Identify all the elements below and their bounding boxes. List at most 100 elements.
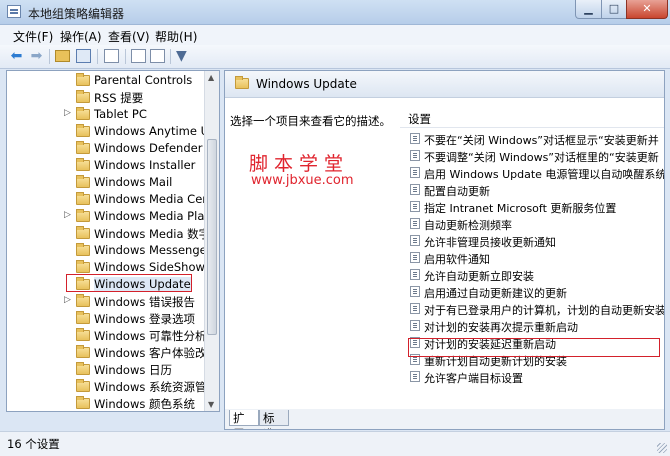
tree-item[interactable]: Parental Controls bbox=[7, 72, 207, 89]
setting-label: 允许非管理员接收更新通知 bbox=[424, 236, 556, 249]
tree-item[interactable]: Windows Installer bbox=[7, 157, 207, 174]
scroll-down-icon[interactable]: ▼ bbox=[208, 400, 214, 409]
setting-row[interactable]: 指定 Intranet Microsoft 更新服务位置 bbox=[410, 199, 664, 216]
tree-item-label: Windows 可靠性分析 bbox=[94, 329, 207, 343]
setting-row[interactable]: 允许非管理员接收更新通知 bbox=[410, 233, 664, 250]
setting-row[interactable]: 启用 Windows Update 电源管理以自动唤醒系统 bbox=[410, 165, 665, 182]
app-icon bbox=[7, 5, 21, 18]
folder-icon bbox=[76, 328, 90, 341]
title-bar: 本地组策略编辑器 ▁ □ ✕ bbox=[0, 0, 670, 25]
back-arrow-icon[interactable]: ⬅ bbox=[8, 48, 25, 64]
setting-label: 自动更新检测频率 bbox=[424, 219, 512, 232]
help-icon[interactable] bbox=[131, 49, 146, 63]
minimize-icon: ▁ bbox=[584, 2, 593, 15]
menu-help[interactable]: 帮助(H) bbox=[155, 28, 197, 45]
tree-item-label: Windows Anytime Upg bbox=[94, 124, 220, 138]
scroll-thumb[interactable] bbox=[207, 139, 217, 335]
description-text: 选择一个项目来查看它的描述。 bbox=[230, 114, 391, 128]
properties-icon[interactable] bbox=[150, 49, 165, 63]
scroll-up-icon[interactable]: ▲ bbox=[208, 73, 214, 82]
details-pane: Windows Update 选择一个项目来查看它的描述。 脚本学堂 www.j… bbox=[224, 70, 665, 430]
setting-label: 启用通过自动更新建议的更新 bbox=[424, 287, 567, 300]
tree-item[interactable]: Windows 日历 bbox=[7, 361, 207, 378]
tree-item[interactable]: RSS 提要 bbox=[7, 89, 207, 106]
export-list-icon[interactable] bbox=[104, 49, 119, 63]
up-folder-icon[interactable] bbox=[55, 50, 70, 62]
setting-row[interactable]: 允许自动更新立即安装 bbox=[410, 267, 664, 284]
tree-item[interactable]: Windows Defender bbox=[7, 140, 207, 157]
close-button[interactable]: ✕ bbox=[626, 0, 668, 19]
setting-row[interactable]: 对于有已登录用户的计算机，计划的自动更新安装 bbox=[410, 301, 665, 318]
tab-standard[interactable]: 标准 bbox=[259, 410, 289, 429]
folder-icon bbox=[76, 345, 90, 358]
expand-arrow-icon[interactable]: ▷ bbox=[64, 295, 71, 305]
tree-item[interactable]: ▷ Windows Media Player bbox=[7, 208, 219, 225]
window-title: 本地组策略编辑器 bbox=[28, 7, 125, 21]
tree-item[interactable]: Windows Media Cente bbox=[7, 191, 219, 208]
setting-row[interactable]: 启用软件通知 bbox=[410, 250, 664, 267]
policy-setting-icon bbox=[410, 269, 420, 280]
tree-item[interactable]: Windows 登录选项 bbox=[7, 310, 207, 327]
minimize-button[interactable]: ▁ bbox=[575, 0, 602, 19]
tree-item[interactable]: Windows Mail bbox=[7, 174, 207, 191]
folder-icon bbox=[76, 396, 90, 409]
tree-item-label: Windows Media 数字权 bbox=[94, 227, 220, 241]
setting-row[interactable]: 不要在“关闭 Windows”对话框显示“安装更新并 bbox=[410, 131, 664, 148]
tree-item[interactable]: Windows 可靠性分析 bbox=[7, 327, 207, 344]
highlight-box-list bbox=[408, 338, 660, 357]
menu-file[interactable]: 文件(F) bbox=[13, 28, 53, 45]
tab-extended[interactable]: 扩展 bbox=[229, 410, 259, 429]
menu-action[interactable]: 操作(A) bbox=[60, 28, 102, 45]
filter-icon[interactable]: ▼ bbox=[176, 48, 187, 64]
setting-label: 对于有已登录用户的计算机，计划的自动更新安装 bbox=[424, 304, 665, 317]
tree-item[interactable]: ▷ Windows 错误报告 bbox=[7, 293, 207, 310]
setting-row[interactable]: 对计划的安装再次提示重新启动 bbox=[410, 318, 664, 335]
tree-item-label: Windows Installer bbox=[94, 158, 196, 172]
toolbar-separator bbox=[97, 49, 98, 64]
tree-item[interactable]: Windows 客户体验改善i bbox=[7, 344, 219, 361]
folder-icon bbox=[235, 76, 249, 89]
setting-label: 允许自动更新立即安装 bbox=[424, 270, 534, 283]
policy-setting-icon bbox=[410, 201, 420, 212]
setting-row[interactable]: 启用通过自动更新建议的更新 bbox=[410, 284, 664, 301]
column-header-setting[interactable]: 设置 bbox=[408, 111, 431, 127]
setting-row[interactable]: 配置自动更新 bbox=[410, 182, 664, 199]
setting-row[interactable]: 允许客户端目标设置 bbox=[410, 369, 664, 386]
resize-grip-icon[interactable] bbox=[657, 443, 667, 453]
setting-label: 启用 Windows Update 电源管理以自动唤醒系统 bbox=[424, 168, 665, 181]
menu-bar: 文件(F) 操作(A) 查看(V) 帮助(H) bbox=[0, 25, 670, 45]
window: 本地组策略编辑器 ▁ □ ✕ 文件(F) 操作(A) 查看(V) 帮助(H) ⬅… bbox=[0, 0, 670, 456]
policy-setting-icon bbox=[410, 218, 420, 229]
policy-tree: Parental Controls RSS 提要 ▷ Tablet PC Windows… bbox=[6, 70, 220, 412]
policy-setting-icon bbox=[410, 235, 420, 246]
tree-item[interactable]: Windows Media 数字权 bbox=[7, 225, 219, 242]
setting-row[interactable]: 不要调整“关闭 Windows”对话框里的“安装更新 bbox=[410, 148, 664, 165]
show-hide-tree-icon[interactable] bbox=[76, 49, 91, 63]
setting-label: 允许客户端目标设置 bbox=[424, 372, 523, 385]
folder-icon bbox=[76, 73, 90, 86]
folder-icon bbox=[76, 175, 90, 188]
policy-setting-icon bbox=[410, 184, 420, 195]
maximize-button[interactable]: □ bbox=[601, 0, 627, 19]
policy-setting-icon bbox=[410, 167, 420, 178]
tree-item[interactable]: Windows 颜色系统 bbox=[7, 395, 207, 411]
expand-arrow-icon[interactable]: ▷ bbox=[64, 210, 71, 220]
tree-item-label: Windows Media Cente bbox=[94, 192, 220, 206]
tree-item-label: Windows Mail bbox=[94, 175, 173, 189]
tree-item[interactable]: Windows Anytime Upg bbox=[7, 123, 219, 140]
tree-item[interactable]: ▷ Tablet PC bbox=[7, 106, 207, 123]
folder-icon bbox=[76, 226, 90, 239]
header-divider bbox=[400, 127, 664, 128]
tree-item-label: Windows 颜色系统 bbox=[94, 397, 195, 411]
tree-item-label: Windows 错误报告 bbox=[94, 295, 195, 309]
tree-item[interactable]: Windows Messenger bbox=[7, 242, 211, 259]
tree-item-label: Windows Media Player bbox=[94, 209, 220, 223]
tree-item[interactable]: Windows 系统资源管理 bbox=[7, 378, 218, 395]
tree-scrollbar[interactable]: ▲ ▼ bbox=[204, 71, 219, 411]
setting-label: 配置自动更新 bbox=[424, 185, 490, 198]
expand-arrow-icon[interactable]: ▷ bbox=[64, 108, 71, 118]
tree-item-label: Windows Messenger bbox=[94, 243, 212, 257]
forward-arrow-icon[interactable]: ➡ bbox=[28, 48, 45, 64]
menu-view[interactable]: 查看(V) bbox=[108, 28, 150, 45]
setting-row[interactable]: 自动更新检测频率 bbox=[410, 216, 664, 233]
